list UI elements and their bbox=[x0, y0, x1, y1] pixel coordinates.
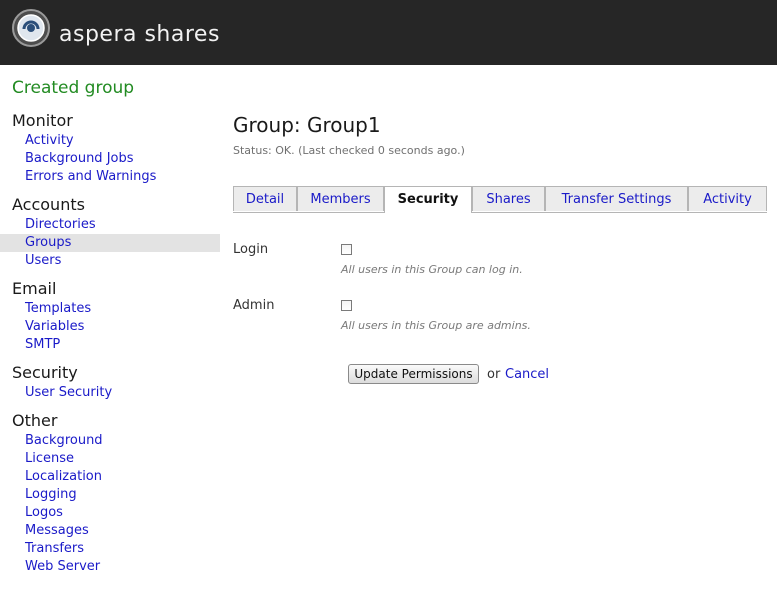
tab-detail[interactable]: Detail bbox=[233, 186, 297, 211]
sidebar-item-localization[interactable]: Localization bbox=[0, 468, 220, 486]
tab-security[interactable]: Security bbox=[384, 186, 472, 213]
sidebar-item-errors-and-warnings[interactable]: Errors and Warnings bbox=[0, 168, 220, 186]
sidebar-nav: Monitor Activity Background Jobs Errors … bbox=[0, 110, 220, 584]
sidebar-item-background[interactable]: Background bbox=[0, 432, 220, 450]
sidebar-item-directories[interactable]: Directories bbox=[0, 216, 220, 234]
sidebar-heading-security: Security bbox=[12, 363, 78, 382]
sidebar-item-logging[interactable]: Logging bbox=[0, 486, 220, 504]
page-title: Group: Group1 bbox=[233, 113, 381, 137]
cancel-link[interactable]: Cancel bbox=[505, 367, 549, 382]
sidebar-item-groups[interactable]: Groups bbox=[0, 234, 220, 252]
sidebar-group-security: Security User Security bbox=[0, 362, 220, 402]
tab-activity[interactable]: Activity bbox=[688, 186, 767, 211]
tab-shares[interactable]: Shares bbox=[472, 186, 545, 211]
sidebar-group-other: Other Background License Localization Lo… bbox=[0, 410, 220, 576]
sidebar-heading-accounts: Accounts bbox=[12, 195, 85, 214]
sidebar-heading-other: Other bbox=[12, 411, 58, 430]
sidebar-item-background-jobs[interactable]: Background Jobs bbox=[0, 150, 220, 168]
admin-checkbox[interactable] bbox=[341, 300, 352, 311]
status-text: Status: OK. (Last checked 0 seconds ago.… bbox=[233, 144, 465, 157]
app-title: aspera shares bbox=[59, 22, 220, 47]
sidebar-item-logos[interactable]: Logos bbox=[0, 504, 220, 522]
update-permissions-button[interactable]: Update Permissions bbox=[348, 364, 479, 384]
sidebar-group-email: Email Templates Variables SMTP bbox=[0, 278, 220, 354]
sidebar-group-accounts: Accounts Directories Groups Users bbox=[0, 194, 220, 270]
sidebar-heading-email: Email bbox=[12, 279, 57, 298]
sidebar-heading-monitor: Monitor bbox=[12, 111, 73, 130]
flash-message: Created group bbox=[12, 78, 135, 98]
sidebar-item-web-server[interactable]: Web Server bbox=[0, 558, 220, 576]
sidebar-group-monitor: Monitor Activity Background Jobs Errors … bbox=[0, 110, 220, 186]
sidebar-item-smtp[interactable]: SMTP bbox=[0, 336, 220, 354]
top-header: aspera shares bbox=[0, 0, 777, 65]
sidebar-item-templates[interactable]: Templates bbox=[0, 300, 220, 318]
login-checkbox[interactable] bbox=[341, 244, 352, 255]
tab-members[interactable]: Members bbox=[297, 186, 384, 211]
sidebar-item-users[interactable]: Users bbox=[0, 252, 220, 270]
or-text: or bbox=[487, 367, 501, 382]
sidebar-item-activity[interactable]: Activity bbox=[0, 132, 220, 150]
login-hint: All users in this Group can log in. bbox=[341, 263, 523, 276]
admin-hint: All users in this Group are admins. bbox=[341, 319, 531, 332]
admin-label: Admin bbox=[233, 298, 275, 313]
tab-transfer-settings[interactable]: Transfer Settings bbox=[545, 186, 688, 211]
sidebar-item-license[interactable]: License bbox=[0, 450, 220, 468]
sidebar-item-transfers[interactable]: Transfers bbox=[0, 540, 220, 558]
aspera-logo-icon[interactable] bbox=[12, 9, 50, 47]
sidebar-item-variables[interactable]: Variables bbox=[0, 318, 220, 336]
tab-bar: Detail Members Security Shares Transfer … bbox=[233, 186, 767, 213]
sidebar-item-user-security[interactable]: User Security bbox=[0, 384, 220, 402]
sidebar-item-messages[interactable]: Messages bbox=[0, 522, 220, 540]
login-label: Login bbox=[233, 242, 269, 257]
